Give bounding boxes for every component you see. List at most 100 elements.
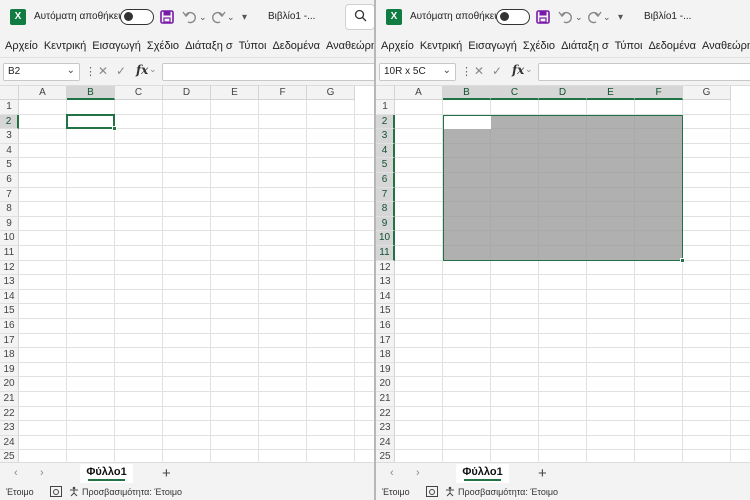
column-header[interactable]: D (163, 86, 211, 100)
row-header[interactable]: 11 (0, 246, 19, 261)
row-header[interactable]: 7 (0, 187, 19, 203)
tab-file[interactable]: Αρχείο (376, 34, 417, 52)
sheet-tab[interactable]: Φύλλο1 (456, 464, 509, 483)
row-header[interactable]: 23 (376, 421, 395, 436)
customize-toolbar-icon[interactable]: ▾ (618, 8, 623, 26)
customize-toolbar-icon[interactable]: ▾ (242, 8, 247, 26)
select-all-corner[interactable] (376, 86, 395, 100)
tab-formulas[interactable]: Τύποι (236, 34, 270, 52)
fill-handle[interactable] (680, 257, 685, 263)
row-header[interactable]: 9 (376, 216, 395, 232)
formula-input[interactable] (538, 63, 750, 81)
row-header[interactable]: 8 (376, 202, 395, 217)
accessibility-icon[interactable] (68, 486, 80, 497)
row-header[interactable]: 17 (0, 333, 19, 349)
macro-recorder-icon[interactable] (426, 486, 438, 497)
row-header[interactable]: 6 (0, 173, 19, 188)
add-sheet-icon[interactable]: + (538, 465, 547, 482)
row-header[interactable]: 5 (376, 158, 395, 173)
row-header[interactable]: 5 (0, 158, 19, 173)
enter-icon[interactable]: ✓ (492, 64, 502, 78)
selection-range[interactable] (443, 114, 683, 261)
row-header[interactable]: 21 (0, 392, 19, 407)
column-header[interactable]: B (443, 86, 491, 100)
name-box[interactable]: B2 ⌄ (3, 63, 80, 81)
tab-home[interactable]: Κεντρική (41, 34, 89, 52)
tab-page-layout[interactable]: Διάταξη σ (182, 34, 236, 52)
row-header[interactable]: 3 (376, 129, 395, 144)
row-header[interactable]: 24 (376, 435, 395, 451)
row-header[interactable]: 20 (0, 377, 19, 392)
row-header[interactable]: 8 (0, 202, 19, 217)
enter-icon[interactable]: ✓ (116, 64, 126, 78)
autosave-toggle[interactable] (120, 9, 154, 25)
column-header[interactable]: C (115, 86, 163, 100)
row-header[interactable]: 1 (0, 100, 19, 115)
tab-data[interactable]: Δεδομένα (645, 34, 699, 52)
row-header[interactable]: 16 (0, 319, 19, 334)
row-header[interactable]: 22 (376, 406, 395, 422)
row-header[interactable]: 19 (0, 362, 19, 378)
column-header[interactable]: E (587, 86, 635, 100)
column-header[interactable]: G (683, 86, 731, 100)
row-header[interactable]: 22 (0, 406, 19, 422)
column-header[interactable]: C (491, 86, 539, 100)
tab-insert[interactable]: Εισαγωγή (465, 34, 520, 52)
row-header[interactable]: 13 (376, 275, 395, 290)
row-header[interactable]: 12 (0, 260, 19, 276)
redo-dropdown-icon[interactable]: ⌄ (603, 8, 611, 26)
row-header[interactable]: 14 (376, 289, 395, 305)
select-all-corner[interactable] (0, 86, 19, 100)
fill-handle[interactable] (112, 126, 117, 132)
row-header[interactable]: 2 (376, 114, 395, 130)
tab-page-layout[interactable]: Διάταξη σ (558, 34, 612, 52)
accessibility-status[interactable]: Προσβασιμότητα: Έτοιμο (82, 487, 182, 497)
formula-input[interactable] (162, 63, 374, 81)
column-header[interactable]: B (67, 86, 115, 100)
row-header[interactable]: 3 (0, 129, 19, 144)
row-header[interactable]: 17 (376, 333, 395, 349)
insert-function-icon[interactable]: fx (512, 63, 524, 77)
cancel-icon[interactable]: ✕ (474, 64, 484, 78)
search-button[interactable] (345, 4, 374, 30)
insert-function-icon[interactable]: fx (136, 63, 148, 77)
function-dropdown-icon[interactable]: ⌄ (525, 64, 533, 75)
undo-dropdown-icon[interactable]: ⌄ (575, 8, 583, 26)
tab-review[interactable]: Αναθεώρη (699, 34, 750, 52)
row-header[interactable]: 25 (0, 450, 19, 462)
column-header[interactable]: E (211, 86, 259, 100)
row-header[interactable]: 25 (376, 450, 395, 462)
active-cell[interactable] (444, 115, 491, 130)
column-header[interactable]: A (395, 86, 443, 100)
tab-draw[interactable]: Σχέδιο (520, 34, 558, 52)
add-sheet-icon[interactable]: + (162, 465, 171, 482)
redo-icon[interactable] (586, 8, 602, 26)
row-header[interactable]: 9 (0, 216, 19, 232)
row-header[interactable]: 18 (0, 348, 19, 363)
next-sheet-icon[interactable]: › (416, 467, 420, 479)
more-options-icon[interactable]: ⋮ (85, 65, 96, 78)
redo-icon[interactable] (210, 8, 226, 26)
row-header[interactable]: 13 (0, 275, 19, 290)
chevron-down-icon[interactable]: ⌄ (443, 65, 451, 76)
row-header[interactable]: 24 (0, 435, 19, 451)
row-header[interactable]: 20 (376, 377, 395, 392)
column-header[interactable]: D (539, 86, 587, 100)
row-header[interactable]: 4 (376, 143, 395, 159)
row-header[interactable]: 10 (376, 231, 395, 246)
tab-insert[interactable]: Εισαγωγή (89, 34, 144, 52)
undo-dropdown-icon[interactable]: ⌄ (199, 8, 207, 26)
save-icon[interactable] (536, 8, 550, 26)
column-header[interactable]: F (635, 86, 683, 100)
row-header[interactable]: 2 (0, 114, 19, 130)
macro-recorder-icon[interactable] (50, 486, 62, 497)
more-options-icon[interactable]: ⋮ (461, 65, 472, 78)
row-header[interactable]: 7 (376, 187, 395, 203)
accessibility-status[interactable]: Προσβασιμότητα: Έτοιμο (458, 487, 558, 497)
row-header[interactable]: 21 (376, 392, 395, 407)
function-dropdown-icon[interactable]: ⌄ (149, 64, 157, 75)
redo-dropdown-icon[interactable]: ⌄ (227, 8, 235, 26)
row-header[interactable]: 4 (0, 143, 19, 159)
tab-formulas[interactable]: Τύποι (612, 34, 646, 52)
undo-icon[interactable] (558, 8, 574, 26)
